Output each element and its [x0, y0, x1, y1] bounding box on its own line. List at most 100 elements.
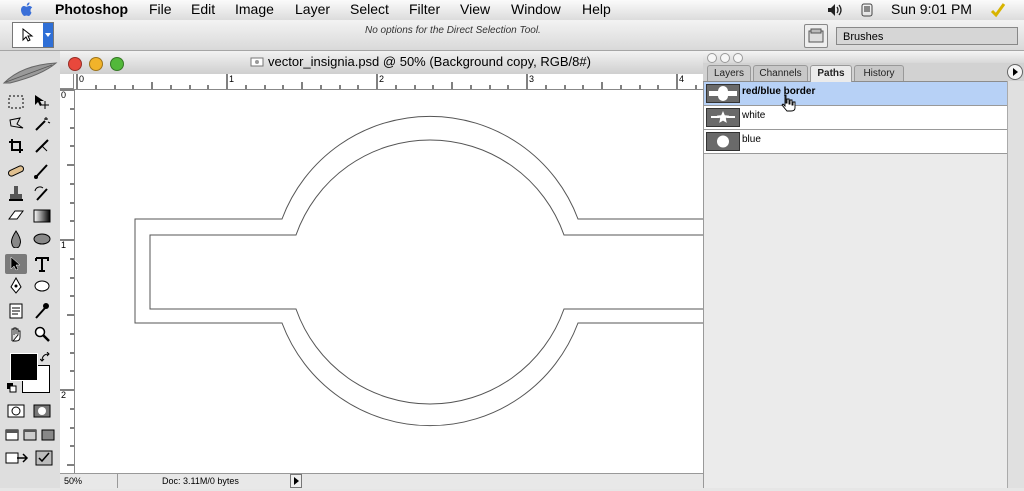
path-thumbnail	[706, 108, 740, 127]
checkmark-icon[interactable]	[990, 2, 1006, 18]
foreground-color-swatch[interactable]	[10, 353, 38, 381]
feather-logo-icon[interactable]	[2, 57, 58, 87]
status-menu-button[interactable]	[290, 474, 302, 488]
path-row-white[interactable]: white	[704, 106, 1007, 130]
document-proxy-icon[interactable]	[250, 56, 264, 68]
close-window-button[interactable]	[68, 57, 82, 71]
menu-file[interactable]: File	[149, 0, 172, 20]
palette-close-button[interactable]	[707, 53, 717, 63]
magic-wand-icon	[35, 117, 51, 131]
dodge-tool[interactable]	[31, 229, 53, 249]
standard-mode-button[interactable]	[5, 401, 27, 421]
menu-help[interactable]: Help	[582, 0, 611, 20]
triangle-right-icon	[1013, 68, 1018, 76]
document-size-info: Doc: 3.11M/0 bytes	[162, 476, 239, 486]
palette-well-brushes-tab[interactable]: Brushes	[836, 27, 1018, 45]
zoom-window-button[interactable]	[110, 57, 124, 71]
brush-tool[interactable]	[31, 161, 53, 181]
ruler-label: 3	[529, 74, 535, 84]
imageready-palette-button[interactable]	[33, 448, 55, 468]
path-thumbnail	[706, 132, 740, 151]
quick-mask-icon	[33, 404, 51, 418]
options-message: No options for the Direct Selection Tool…	[365, 25, 541, 36]
display-icon[interactable]	[860, 3, 874, 17]
slice-icon	[35, 139, 49, 153]
app-menu[interactable]: Photoshop	[55, 0, 128, 20]
ruler-label: 0	[79, 74, 85, 84]
menu-layer[interactable]: Layer	[295, 0, 330, 20]
lasso-icon	[9, 117, 24, 129]
direct-selection-tool[interactable]	[5, 254, 27, 274]
palette-titlebar[interactable]	[703, 51, 1024, 63]
full-screen-menu-mode-button[interactable]	[21, 425, 39, 445]
minimize-window-button[interactable]	[89, 57, 103, 71]
stamp-icon	[9, 186, 23, 201]
marquee-tool[interactable]	[5, 92, 27, 112]
menu-window[interactable]: Window	[511, 0, 561, 20]
hand-tool[interactable]	[5, 324, 27, 344]
jump-to-imageready-button[interactable]	[4, 448, 30, 468]
type-tool[interactable]	[31, 254, 53, 274]
ruler-label: 2	[61, 390, 67, 400]
pen-tool[interactable]	[5, 276, 27, 296]
screen-mode-icon	[23, 429, 37, 441]
document-canvas[interactable]	[75, 90, 703, 473]
ruler-origin[interactable]	[60, 74, 74, 89]
tab-channels[interactable]: Channels	[753, 65, 808, 81]
palette-zoom-button[interactable]	[733, 53, 743, 63]
magnifier-icon	[34, 326, 50, 342]
eyedropper-icon	[35, 303, 49, 319]
quick-mask-button[interactable]	[31, 401, 53, 421]
tab-layers[interactable]: Layers	[707, 65, 751, 81]
swap-colors-icon[interactable]	[40, 352, 51, 363]
volume-icon[interactable]	[827, 3, 843, 17]
palette-menu-button[interactable]	[1007, 64, 1023, 80]
tool-preset-picker[interactable]	[12, 22, 54, 48]
tab-paths[interactable]: Paths	[810, 65, 852, 82]
shape-tool[interactable]	[31, 276, 53, 296]
path-row-blue[interactable]: blue	[704, 130, 1007, 154]
chevron-down-icon[interactable]	[43, 23, 53, 47]
slice-tool[interactable]	[31, 136, 53, 156]
vertical-ruler[interactable]: 0 1 2	[60, 89, 75, 474]
menu-edit[interactable]: Edit	[191, 0, 215, 20]
crop-tool[interactable]	[5, 136, 27, 156]
ruler-label: 4	[679, 74, 685, 84]
toolbox	[0, 51, 61, 488]
blur-tool[interactable]	[5, 229, 27, 249]
horizontal-ruler[interactable]: 0 1 2 3 4	[74, 74, 703, 90]
move-tool[interactable]	[31, 92, 53, 112]
default-colors-icon[interactable]	[7, 383, 17, 393]
palette-scrollbar[interactable]	[1007, 81, 1024, 488]
standard-screen-mode-button[interactable]	[3, 425, 21, 445]
menu-select[interactable]: Select	[350, 0, 389, 20]
palette-minimize-button[interactable]	[720, 53, 730, 63]
menu-view[interactable]: View	[460, 0, 490, 20]
file-browser-icon	[808, 28, 824, 43]
notes-tool[interactable]	[5, 301, 27, 321]
menu-filter[interactable]: Filter	[409, 0, 440, 20]
history-brush-tool[interactable]	[31, 184, 53, 204]
lasso-tool[interactable]	[5, 114, 27, 134]
menu-image[interactable]: Image	[235, 0, 274, 20]
clone-stamp-tool[interactable]	[5, 184, 27, 204]
tab-history[interactable]: History	[854, 65, 904, 81]
ruler-label: 0	[61, 90, 67, 100]
gradient-tool[interactable]	[31, 206, 53, 226]
zoom-level-field[interactable]: 50%	[60, 474, 118, 488]
zoom-tool[interactable]	[31, 324, 53, 344]
eraser-tool[interactable]	[5, 206, 27, 226]
eraser-icon	[8, 210, 24, 220]
apple-menu-icon[interactable]	[18, 1, 36, 19]
brush-icon	[34, 164, 48, 179]
healing-brush-tool[interactable]	[5, 161, 27, 181]
path-row-red-blue-border[interactable]: red/blue border	[704, 82, 1007, 106]
bandage-icon	[7, 165, 25, 177]
notes-icon	[9, 303, 23, 319]
eyedropper-tool[interactable]	[31, 301, 53, 321]
file-browser-button[interactable]	[804, 24, 828, 48]
status-bar	[60, 473, 703, 489]
full-screen-mode-button[interactable]	[39, 425, 57, 445]
menubar-clock[interactable]: Sun 9:01 PM	[891, 0, 972, 20]
magic-wand-tool[interactable]	[31, 114, 53, 134]
